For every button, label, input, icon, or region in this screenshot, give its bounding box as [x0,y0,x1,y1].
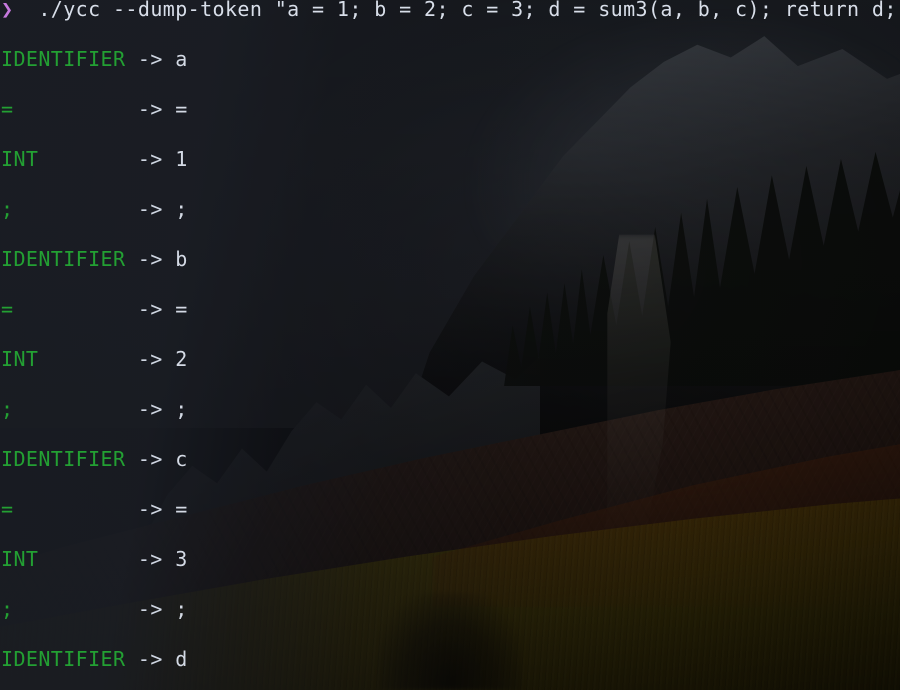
token-line: ; -> ; [0,384,900,434]
token-value: ; [175,197,188,221]
token-type: INT [1,147,39,171]
token-arrow-gap [163,647,175,671]
token-arrow: -> [137,347,163,371]
token-type: INT [1,347,39,371]
token-arrow-gap [163,197,175,221]
token-value: 1 [175,147,188,171]
token-type: = [1,297,14,321]
token-arrow-gap [163,397,175,421]
token-arrow: -> [137,447,163,471]
token-arrow: -> [137,47,163,71]
token-value: a [175,47,188,71]
token-line: INT -> 1 [0,134,900,184]
command-text[interactable]: ./ycc --dump-token "a = 1; b = 2; c = 3;… [38,0,900,21]
token-type-padding [38,547,138,571]
token-arrow: -> [137,547,163,571]
token-arrow-gap [163,147,175,171]
token-arrow-gap [163,447,175,471]
token-type: = [1,97,14,121]
token-type: IDENTIFIER [1,647,126,671]
token-arrow: -> [137,647,163,671]
token-value: c [175,447,188,471]
token-arrow: -> [137,297,163,321]
token-arrow-gap [163,47,175,71]
prompt-chevron-icon: ❯ [1,0,14,21]
token-value: = [175,297,188,321]
terminal-scrollback[interactable]: ❯ ./ycc --dump-token "a = 1; b = 2; c = … [0,0,900,690]
token-line: IDENTIFIER -> b [0,234,900,284]
token-type-padding [125,47,137,71]
token-type-padding [38,147,138,171]
token-arrow-gap [163,247,175,271]
token-arrow-gap [163,297,175,321]
token-arrow-gap [163,347,175,371]
terminal-window[interactable]: ❯ ./ycc --dump-token "a = 1; b = 2; c = … [0,0,900,690]
token-line: INT -> 3 [0,534,900,584]
token-line: = -> = [0,84,900,134]
token-type: = [1,497,14,521]
token-line: = -> = [0,684,900,690]
token-value: ; [175,397,188,421]
token-type-padding [13,197,137,221]
token-line: = -> = [0,284,900,334]
token-arrow: -> [137,147,163,171]
token-type: IDENTIFIER [1,47,126,71]
token-value: 2 [175,347,188,371]
token-value: ; [175,597,188,621]
token-line: ; -> ; [0,584,900,634]
token-type: ; [1,397,14,421]
token-arrow-gap [163,497,175,521]
token-type-padding [125,647,137,671]
token-arrow: -> [137,397,163,421]
token-arrow: -> [137,197,163,221]
token-value: b [175,247,188,271]
token-type: ; [1,597,14,621]
token-type-padding [125,247,137,271]
token-line: IDENTIFIER -> c [0,434,900,484]
token-arrow: -> [137,247,163,271]
token-type: IDENTIFIER [1,447,126,471]
token-type-padding [13,397,137,421]
token-line: ; -> ; [0,184,900,234]
token-type: ; [1,197,14,221]
token-arrow: -> [137,97,163,121]
token-line: = -> = [0,484,900,534]
token-arrow-gap [163,97,175,121]
token-type-padding [38,347,138,371]
token-type-padding [13,497,137,521]
token-value: = [175,97,188,121]
token-value: = [175,497,188,521]
token-type: IDENTIFIER [1,247,126,271]
token-value: 3 [175,547,188,571]
token-type-padding [13,97,137,121]
token-line: IDENTIFIER -> d [0,634,900,684]
desktop: ❯ ./ycc --dump-token "a = 1; b = 2; c = … [0,0,900,690]
token-arrow: -> [137,597,163,621]
token-type: INT [1,547,39,571]
token-value: d [175,647,188,671]
token-arrow-gap [163,547,175,571]
token-type-padding [125,447,137,471]
prompt-gap [13,0,38,21]
token-line: IDENTIFIER -> a [0,34,900,84]
token-arrow: -> [137,497,163,521]
token-arrow-gap [163,597,175,621]
token-line: INT -> 2 [0,334,900,384]
token-type-padding [13,297,137,321]
token-type-padding [13,597,137,621]
prompt-line[interactable]: ❯ ./ycc --dump-token "a = 1; b = 2; c = … [0,0,900,34]
